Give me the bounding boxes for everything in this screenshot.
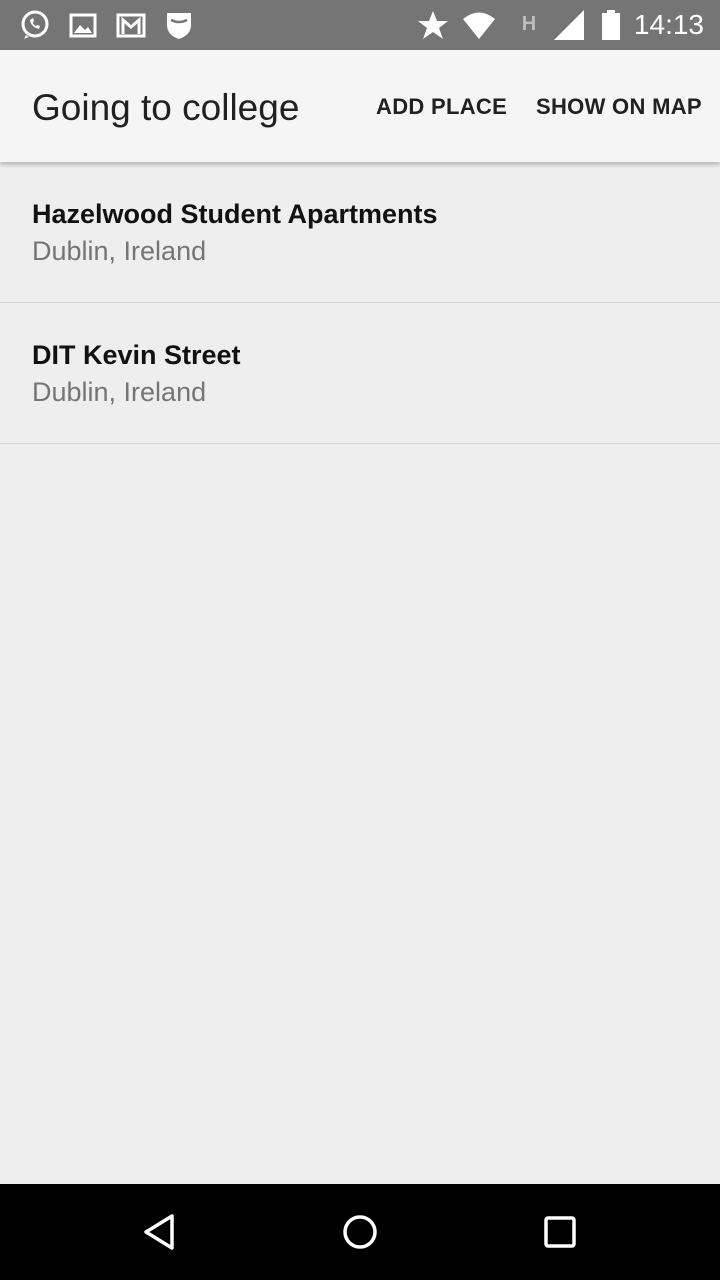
place-name: DIT Kevin Street <box>32 340 241 370</box>
battery-icon <box>594 8 628 42</box>
add-place-button[interactable]: ADD PLACE <box>376 92 507 122</box>
places-list: Hazelwood Student Apartments Dublin, Ire… <box>0 162 720 444</box>
wifi-icon <box>462 8 496 42</box>
back-icon[interactable] <box>132 1204 188 1260</box>
whatsapp-icon <box>18 8 52 42</box>
place-name: Hazelwood Student Apartments <box>32 199 438 229</box>
network-letter: H <box>522 13 536 35</box>
app-bar: Going to college ADD PLACE SHOW ON MAP <box>0 50 720 162</box>
h-network-icon: H <box>512 8 546 42</box>
list-item-place[interactable]: Hazelwood Student Apartments Dublin, Ire… <box>0 162 720 303</box>
gmail-icon <box>114 8 148 42</box>
page-title: Going to college <box>32 87 300 128</box>
gallery-icon <box>66 8 100 42</box>
navigation-bar <box>0 1184 720 1280</box>
recents-icon[interactable] <box>532 1204 588 1260</box>
shield-icon <box>162 8 196 42</box>
place-location: Dublin, Ireland <box>32 236 207 266</box>
show-on-map-button[interactable]: SHOW ON MAP <box>536 92 702 122</box>
place-location: Dublin, Ireland <box>32 377 207 407</box>
home-icon[interactable] <box>332 1204 388 1260</box>
status-time: 14:13 <box>633 9 704 40</box>
signal-icon <box>552 8 586 42</box>
list-item-place[interactable]: DIT Kevin Street Dublin, Ireland <box>0 303 720 444</box>
status-bar: H 14:13 <box>0 0 720 50</box>
star-icon <box>416 8 450 42</box>
